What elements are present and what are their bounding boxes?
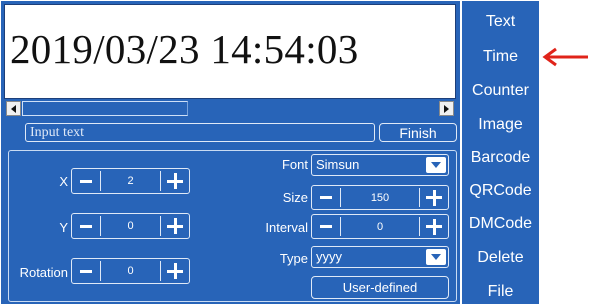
plus-icon <box>167 263 183 279</box>
interval-label: Interval <box>265 220 308 235</box>
scroll-left-icon <box>11 104 16 113</box>
x-label: X <box>59 174 68 189</box>
divider <box>419 217 420 236</box>
sidebar-item-qrcode[interactable]: QRCode <box>462 176 539 206</box>
rotation-stepper[interactable]: 0 <box>71 258 190 284</box>
app-window: 2019/03/23 14:54:03 Finish X 2 Y <box>0 0 591 305</box>
x-increment-button[interactable] <box>163 170 187 192</box>
size-decrement-button[interactable] <box>314 187 338 208</box>
scroll-right-icon <box>444 104 449 113</box>
interval-decrement-button[interactable] <box>314 216 338 237</box>
minus-icon <box>80 269 92 273</box>
sidebar-item-dmcode[interactable]: DMCode <box>462 209 539 239</box>
interval-stepper[interactable]: 0 <box>311 214 449 239</box>
scroll-right-button[interactable] <box>439 101 454 116</box>
chevron-down-icon <box>426 249 446 265</box>
y-label: Y <box>59 220 68 235</box>
x-decrement-button[interactable] <box>74 170 98 192</box>
sidebar-item-file[interactable]: File <box>462 277 539 305</box>
sidebar-item-counter[interactable]: Counter <box>462 76 539 106</box>
finish-button[interactable]: Finish <box>379 123 457 142</box>
minus-icon <box>80 224 92 228</box>
size-stepper[interactable]: 150 <box>311 185 449 210</box>
y-increment-button[interactable] <box>163 215 187 237</box>
rotation-increment-button[interactable] <box>163 260 187 282</box>
divider <box>160 171 161 191</box>
object-type-sidebar: Text Time Counter Image Barcode QRCode D… <box>462 1 539 304</box>
plus-icon <box>426 189 442 206</box>
user-defined-button[interactable]: User-defined <box>311 276 449 299</box>
divider <box>160 216 161 236</box>
rotation-decrement-button[interactable] <box>74 260 98 282</box>
plus-icon <box>167 173 183 189</box>
size-value[interactable]: 150 <box>341 186 419 209</box>
horizontal-scrollbar[interactable] <box>4 99 456 117</box>
plus-icon <box>426 218 442 235</box>
scroll-left-button[interactable] <box>6 101 21 116</box>
rotation-label: Rotation <box>19 265 68 280</box>
plus-icon <box>167 218 183 234</box>
font-label: Font <box>281 157 308 172</box>
x-stepper[interactable]: 2 <box>71 168 190 194</box>
divider <box>419 188 420 207</box>
type-label: Type <box>279 251 308 266</box>
sidebar-item-time[interactable]: Time <box>462 42 539 72</box>
font-select-value: Simsun <box>316 157 360 172</box>
type-select[interactable]: yyyy <box>311 246 449 268</box>
minus-icon <box>320 196 332 199</box>
type-select-value: yyyy <box>316 249 342 264</box>
size-label: Size <box>282 190 308 205</box>
sidebar-item-image[interactable]: Image <box>462 110 539 140</box>
divider <box>160 261 161 281</box>
interval-value[interactable]: 0 <box>341 215 419 238</box>
y-stepper[interactable]: 0 <box>71 213 190 239</box>
size-increment-button[interactable] <box>422 187 446 208</box>
sidebar-item-barcode[interactable]: Barcode <box>462 143 539 173</box>
red-arrow-left-icon <box>542 47 588 67</box>
y-value[interactable]: 0 <box>101 214 160 238</box>
y-decrement-button[interactable] <box>74 215 98 237</box>
font-select[interactable]: Simsun <box>311 154 449 176</box>
chevron-down-icon <box>426 157 446 173</box>
rotation-value[interactable]: 0 <box>101 259 160 283</box>
x-value[interactable]: 2 <box>101 169 160 193</box>
minus-icon <box>320 225 332 228</box>
scrollbar-thumb[interactable] <box>22 101 188 116</box>
preview-area: 2019/03/23 14:54:03 <box>4 4 456 99</box>
interval-increment-button[interactable] <box>422 216 446 237</box>
sidebar-item-delete[interactable]: Delete <box>462 243 539 273</box>
preview-datetime-text: 2019/03/23 14:54:03 <box>10 26 359 72</box>
sidebar-item-text[interactable]: Text <box>462 7 539 37</box>
minus-icon <box>80 179 92 183</box>
text-input[interactable] <box>25 123 375 142</box>
